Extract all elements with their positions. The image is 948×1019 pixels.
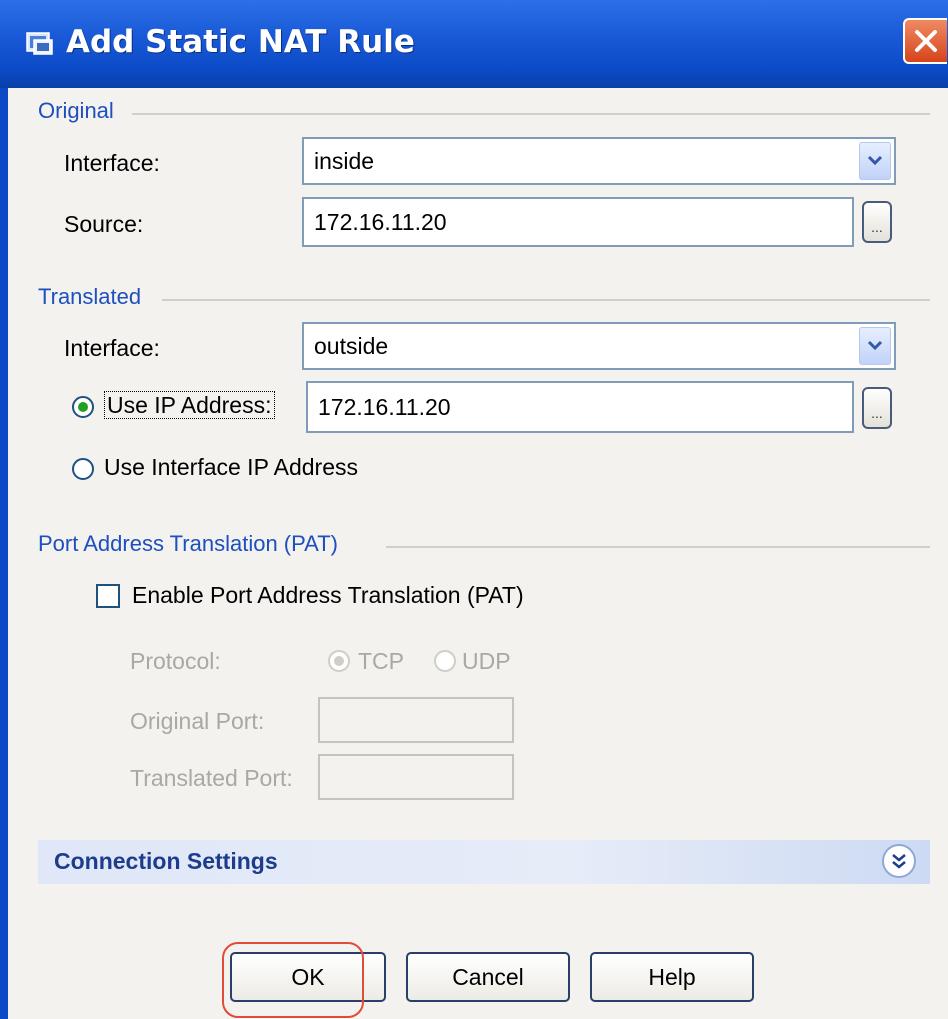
original-interface-label: Interface:: [64, 150, 160, 176]
original-interface-select[interactable]: inside: [302, 137, 896, 185]
translated-group-divider: [162, 299, 930, 301]
original-port-label: Original Port:: [130, 708, 265, 734]
translated-browse-button[interactable]: ...: [862, 387, 892, 429]
original-port-input[interactable]: [318, 697, 514, 743]
use-ip-address-value: 172.16.11.20: [318, 393, 451, 420]
pat-group-divider: [386, 546, 930, 548]
chevron-down-icon[interactable]: [859, 327, 891, 365]
ok-button[interactable]: OK: [230, 952, 386, 1002]
use-ip-address-label[interactable]: Use IP Address:: [104, 391, 275, 419]
connection-settings-label: Connection Settings: [54, 848, 278, 874]
source-label: Source:: [64, 211, 144, 237]
use-interface-ip-label[interactable]: Use Interface IP Address: [104, 454, 358, 481]
double-chevron-down-icon[interactable]: [882, 844, 916, 878]
protocol-label: Protocol:: [130, 648, 221, 674]
dialog-window: Add Static NAT Rule Original Interface: …: [0, 0, 948, 1019]
translated-port-label: Translated Port:: [130, 765, 293, 791]
translated-interface-select[interactable]: outside: [302, 322, 896, 370]
original-group-label: Original: [38, 98, 114, 123]
dialog-title: Add Static NAT Rule: [66, 24, 415, 60]
use-interface-ip-radio[interactable]: [72, 458, 94, 480]
pat-group-label: Port Address Translation (PAT): [38, 531, 338, 556]
use-ip-address-radio[interactable]: [72, 396, 94, 418]
udp-label: UDP: [462, 648, 511, 674]
cancel-button[interactable]: Cancel: [406, 952, 570, 1002]
original-group-divider: [132, 113, 930, 115]
use-ip-address-input[interactable]: 172.16.11.20: [306, 381, 854, 433]
app-icon: [26, 30, 54, 56]
chevron-down-icon[interactable]: [859, 142, 891, 180]
udp-radio[interactable]: [434, 650, 456, 672]
source-value: 172.16.11.20: [314, 208, 447, 235]
window-frame-left: [0, 88, 8, 1019]
source-input[interactable]: 172.16.11.20: [302, 197, 854, 247]
translated-group-label: Translated: [38, 284, 142, 309]
close-button[interactable]: [903, 18, 947, 64]
tcp-radio[interactable]: [328, 650, 350, 672]
translated-interface-value: outside: [314, 332, 389, 359]
translated-interface-label: Interface:: [64, 335, 160, 361]
title-bar[interactable]: Add Static NAT Rule: [0, 0, 948, 88]
close-icon: [915, 30, 937, 52]
use-ip-address-text: Use IP Address:: [104, 391, 275, 419]
connection-settings-header[interactable]: Connection Settings: [38, 840, 930, 884]
original-interface-value: inside: [314, 147, 375, 174]
tcp-label: TCP: [358, 648, 404, 674]
enable-pat-checkbox[interactable]: [96, 584, 120, 608]
source-browse-button[interactable]: ...: [862, 201, 892, 243]
enable-pat-label[interactable]: Enable Port Address Translation (PAT): [132, 582, 524, 609]
translated-port-input[interactable]: [318, 754, 514, 800]
help-button[interactable]: Help: [590, 952, 754, 1002]
